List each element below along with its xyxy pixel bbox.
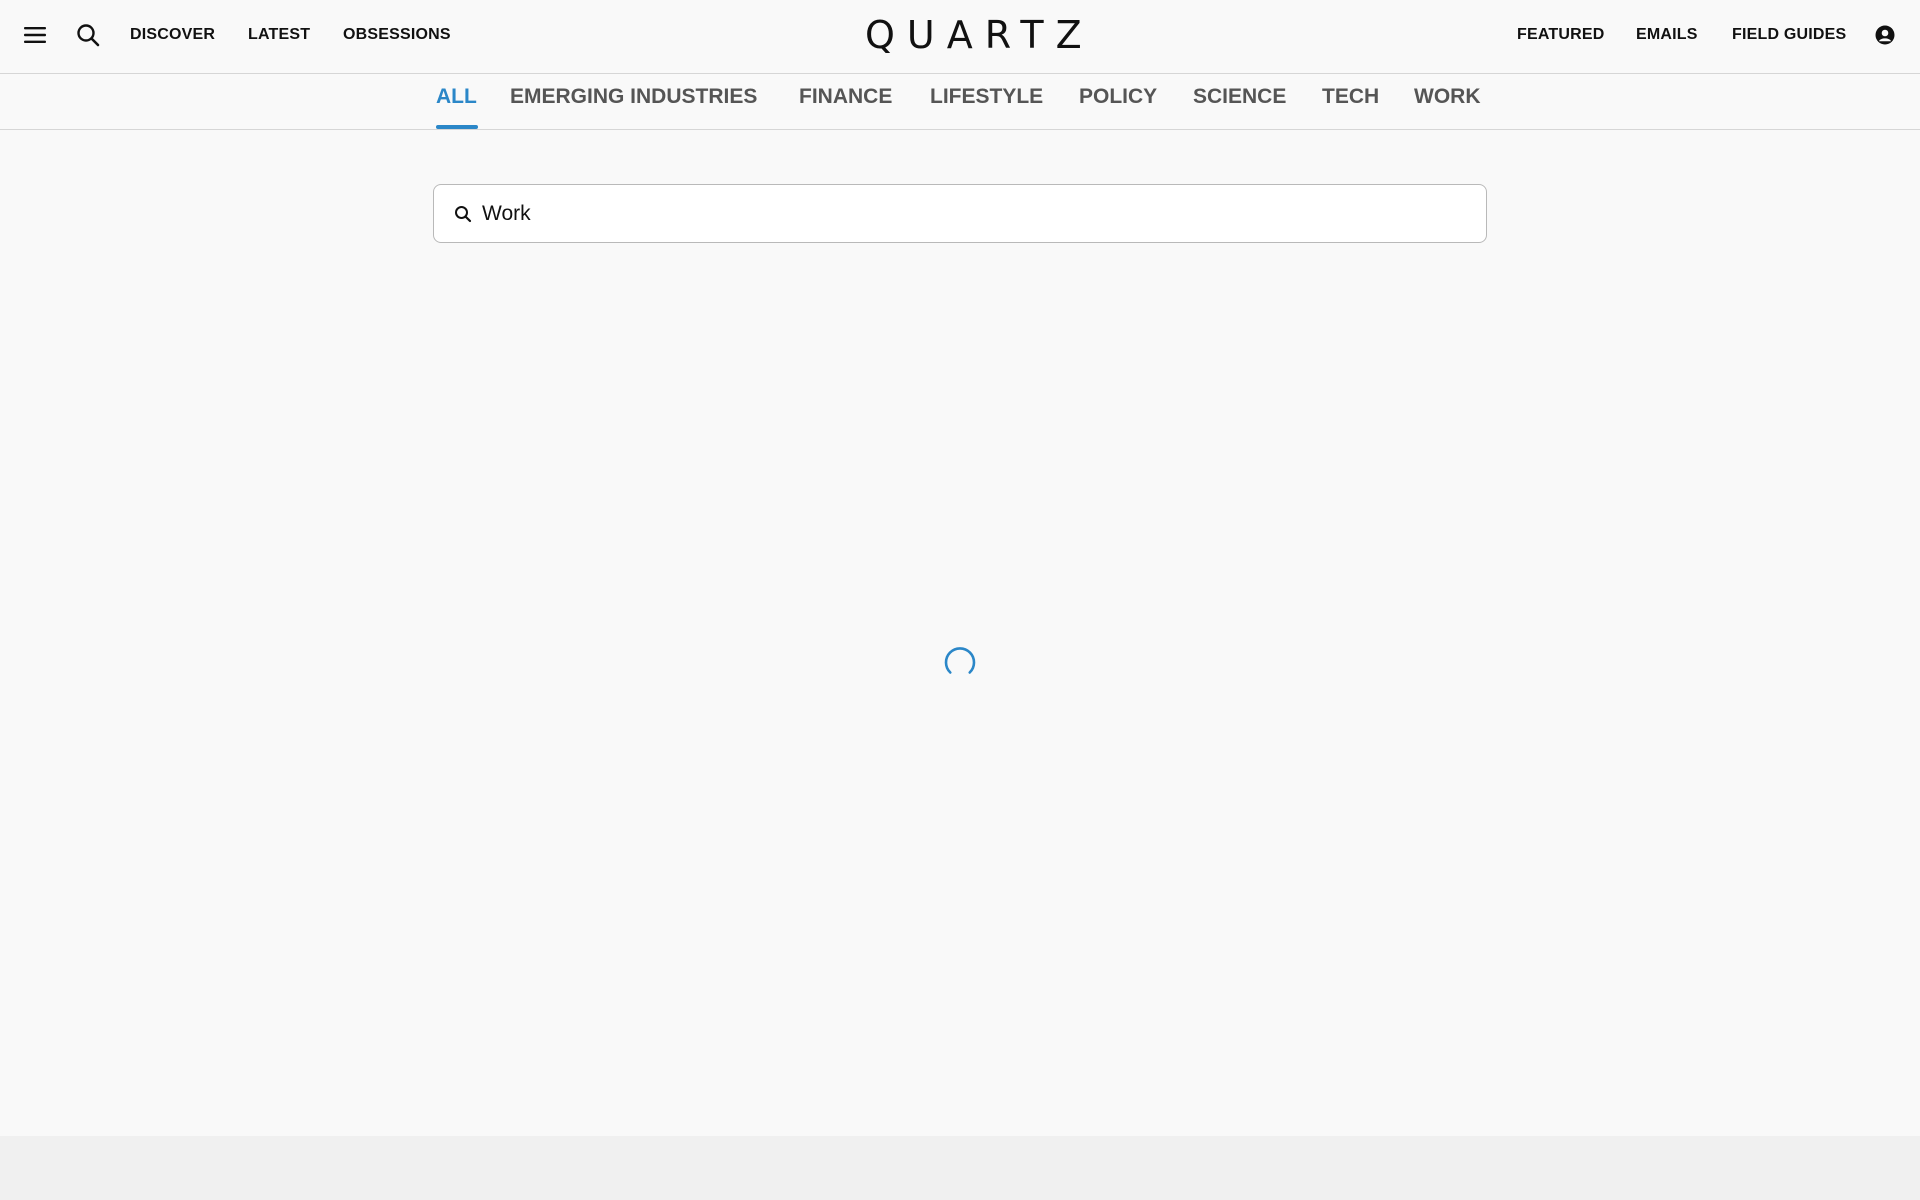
active-tab-indicator [436,125,478,129]
top-navigation-bar: DISCOVER LATEST OBSESSIONS QUARTZ FEATUR… [0,0,1920,74]
tab-tech[interactable]: TECH [1322,85,1379,109]
tab-policy[interactable]: POLICY [1079,85,1157,109]
tab-emerging-industries[interactable]: EMERGING INDUSTRIES [510,85,757,109]
footer-band [0,1136,1920,1200]
tab-all[interactable]: ALL [436,85,477,109]
nav-obsessions-link[interactable]: OBSESSIONS [343,26,451,44]
search-input[interactable] [482,185,1486,242]
tab-work[interactable]: WORK [1414,85,1481,109]
tab-finance[interactable]: FINANCE [799,85,892,109]
nav-emails-link[interactable]: EMAILS [1636,26,1698,44]
nav-latest-link[interactable]: LATEST [248,26,310,44]
tab-lifestyle[interactable]: LIFESTYLE [930,85,1043,109]
nav-featured-link[interactable]: FEATURED [1517,26,1605,44]
search-icon [453,204,473,224]
page: DISCOVER LATEST OBSESSIONS QUARTZ FEATUR… [0,0,1920,1200]
search-box [433,184,1487,243]
nav-discover-link[interactable]: DISCOVER [130,26,215,44]
nav-field-guides-link[interactable]: FIELD GUIDES [1732,26,1846,44]
loading-spinner-icon [943,646,977,680]
category-tabs: ALL EMERGING INDUSTRIES FINANCE LIFESTYL… [0,75,1920,130]
search-icon[interactable] [73,20,103,50]
quartz-logo[interactable]: QUARTZ [865,13,1082,57]
tab-science[interactable]: SCIENCE [1193,85,1286,109]
user-account-icon[interactable] [1874,24,1896,46]
hamburger-menu-icon[interactable] [20,20,50,50]
